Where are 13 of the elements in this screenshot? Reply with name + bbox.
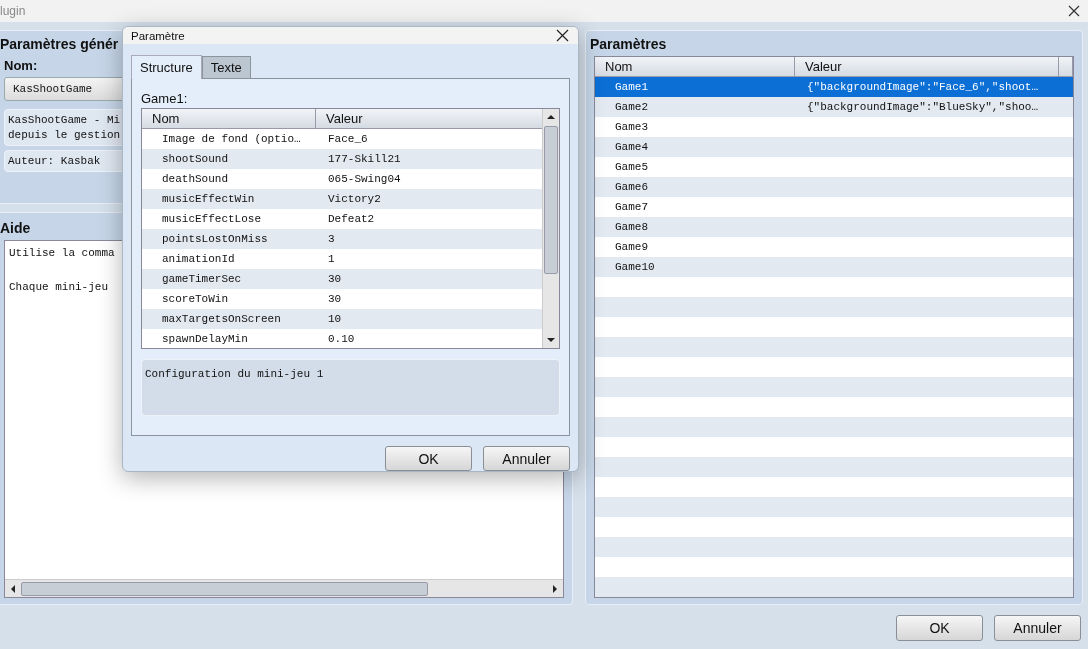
dialog-title: Paramètre bbox=[131, 29, 185, 42]
author-text: Auteur: Kasbak bbox=[8, 155, 101, 167]
description-text: depuis le gestion bbox=[8, 129, 121, 141]
section-heading: Aide bbox=[0, 220, 31, 236]
help-text: Utilise la comma bbox=[9, 247, 115, 259]
help-text: Chaque mini-jeu bbox=[9, 281, 109, 293]
section-heading: Paramètres bbox=[590, 36, 667, 52]
section-heading: Paramètres génér bbox=[0, 36, 119, 52]
name-label: Nom: bbox=[4, 58, 38, 73]
description-text: KasShootGame - Mi bbox=[8, 114, 121, 126]
window-title: lugin bbox=[0, 4, 26, 18]
group-label: Game1: bbox=[141, 91, 188, 108]
description-text: Configuration du mini-jeu 1 bbox=[145, 368, 324, 380]
